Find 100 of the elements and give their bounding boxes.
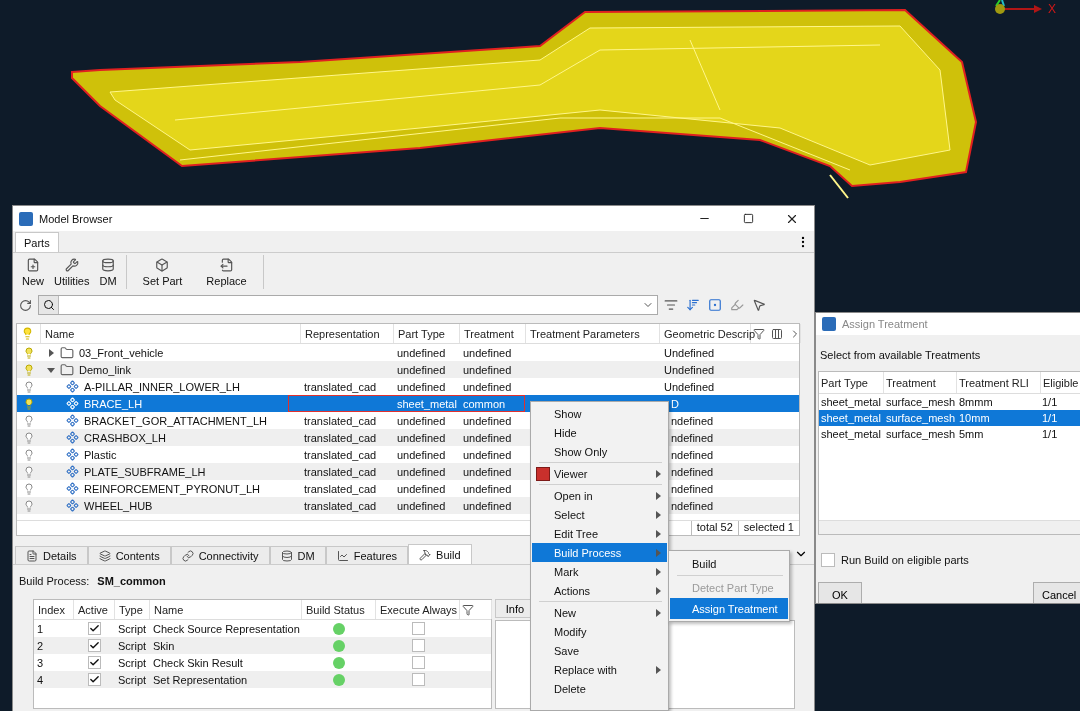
execute-always-checkbox[interactable] <box>411 639 425 652</box>
part-icon <box>66 431 79 444</box>
menu-item[interactable]: Build <box>670 553 788 574</box>
ok-button[interactable]: OK <box>818 582 862 603</box>
lightbulb-icon[interactable] <box>23 431 35 444</box>
menu-item[interactable]: Modify <box>532 622 667 641</box>
refresh-icon[interactable] <box>17 298 34 312</box>
treatment-row[interactable]: sheet_metal surface_mesh 10mm 1/1 <box>819 410 1080 426</box>
column-header[interactable]: Name <box>150 600 302 619</box>
layers-icon <box>98 549 111 562</box>
cancel-button[interactable]: Cancel <box>1033 582 1080 603</box>
column-header[interactable]: Part Type <box>394 324 460 343</box>
frame-icon[interactable] <box>706 298 724 312</box>
column-header[interactable]: Treatment RLI <box>957 372 1041 393</box>
column-header[interactable]: Name <box>41 324 301 343</box>
active-checkbox[interactable] <box>88 673 101 686</box>
menu-item[interactable]: Replace with <box>532 660 667 679</box>
menu-item[interactable]: New <box>532 603 667 622</box>
status-text: total 52 <box>690 521 738 535</box>
search-field[interactable] <box>38 295 658 315</box>
checkbox[interactable] <box>821 553 835 567</box>
toolbar-button[interactable]: Replace <box>194 253 259 291</box>
parts-tab[interactable]: Parts <box>15 232 59 252</box>
lightbulb-icon[interactable] <box>23 414 35 427</box>
panel-tab[interactable]: Build <box>408 544 472 564</box>
lightbulb-icon[interactable] <box>23 346 35 359</box>
menu-item[interactable]: Edit Tree <box>532 524 667 543</box>
table-cell: undefined <box>463 414 512 427</box>
column-header[interactable]: Treatment <box>460 324 526 343</box>
filter-list-icon[interactable] <box>662 298 680 312</box>
columns-icon[interactable] <box>769 327 785 340</box>
panel-tab[interactable]: Features <box>325 546 409 564</box>
column-header[interactable]: Part Type <box>819 372 884 393</box>
table-cell: Check Source Representation <box>153 622 300 635</box>
panel-tab[interactable]: Contents <box>87 546 171 564</box>
table-cell: sheet_metal <box>821 428 881 440</box>
menu-item[interactable]: Viewer <box>532 464 667 483</box>
menu-item[interactable]: Mark <box>532 562 667 581</box>
part-name: Demo_link <box>79 363 131 376</box>
collapsed-arrow-icon[interactable] <box>47 348 55 357</box>
column-header[interactable]: Active <box>74 600 115 619</box>
toolbar-button[interactable]: DM <box>94 253 122 291</box>
table-cell: undefined <box>463 346 512 359</box>
table-cell: translated_cad <box>304 380 377 393</box>
execute-always-checkbox[interactable] <box>411 673 425 686</box>
active-checkbox[interactable] <box>88 656 101 669</box>
table-cell: undefined <box>397 499 446 512</box>
table-cell: sheet_metal <box>821 396 881 408</box>
filter-icon[interactable] <box>460 603 476 616</box>
table-cell: translated_cad <box>304 499 377 512</box>
lightbulb-icon[interactable] <box>23 448 35 461</box>
app-icon <box>822 317 836 331</box>
panel-tab[interactable]: Connectivity <box>170 546 270 564</box>
tree-row[interactable]: Demo_link undefined undefined Undefined <box>17 361 799 378</box>
column-header[interactable]: Execute Always <box>376 600 460 619</box>
table-cell: undefined <box>397 448 446 461</box>
column-header[interactable]: Representation <box>301 324 394 343</box>
table-cell: 3 <box>37 656 44 669</box>
checkbox-label: Run Build on eligible parts <box>841 554 969 566</box>
expanded-arrow-icon[interactable] <box>47 365 55 374</box>
menu-item[interactable]: Actions <box>532 581 667 600</box>
toolbar-button[interactable]: Set Part <box>130 253 195 291</box>
lightbulb-icon[interactable] <box>23 380 35 393</box>
lightbulb-icon[interactable] <box>23 465 35 478</box>
column-header[interactable]: Treatment Parameters <box>526 324 660 343</box>
table-cell: undefined <box>397 465 446 478</box>
lightbulb-icon[interactable] <box>23 363 35 376</box>
table-cell: undefined <box>397 431 446 444</box>
column-header[interactable]: Type <box>115 600 150 619</box>
panel-tab[interactable]: Details <box>15 546 88 564</box>
panel-tab[interactable]: DM <box>269 546 326 564</box>
active-checkbox[interactable] <box>88 639 101 652</box>
menu-item[interactable]: Save <box>532 641 667 660</box>
prompt-text: Select from available Treatments <box>820 349 981 361</box>
link-icon <box>181 549 194 562</box>
submenu-arrow-icon <box>656 510 661 519</box>
table-cell: 1/1 <box>1042 412 1058 424</box>
column-header[interactable]: Eligible <box>1041 372 1080 393</box>
table-cell: D <box>671 397 679 410</box>
submenu-arrow-icon <box>656 529 661 538</box>
table-cell: translated_cad <box>304 414 377 427</box>
lightbulb-icon[interactable] <box>23 499 35 512</box>
execute-always-checkbox[interactable] <box>411 656 425 669</box>
toolbar-button[interactable]: Utilities <box>49 253 95 291</box>
lightbulb-icon[interactable] <box>23 482 35 495</box>
column-header[interactable]: Index <box>34 600 74 619</box>
active-checkbox[interactable] <box>88 622 101 635</box>
menu-item[interactable]: Delete <box>532 679 667 698</box>
column-header[interactable]: Treatment <box>884 372 957 393</box>
lightbulb-icon[interactable] <box>21 327 34 340</box>
menu-item[interactable]: Build Process <box>532 543 667 562</box>
search-icon[interactable] <box>42 299 55 311</box>
lightbulb-icon[interactable] <box>23 397 35 410</box>
menu-item[interactable]: Assign Treatment <box>670 598 788 619</box>
execute-always-checkbox[interactable] <box>411 622 425 635</box>
column-header[interactable]: Build Status <box>302 600 376 619</box>
table-cell: Undefined <box>664 363 715 376</box>
database-icon <box>101 257 115 272</box>
toolbar-button[interactable]: New <box>17 253 49 291</box>
sort-icon[interactable] <box>684 298 702 312</box>
